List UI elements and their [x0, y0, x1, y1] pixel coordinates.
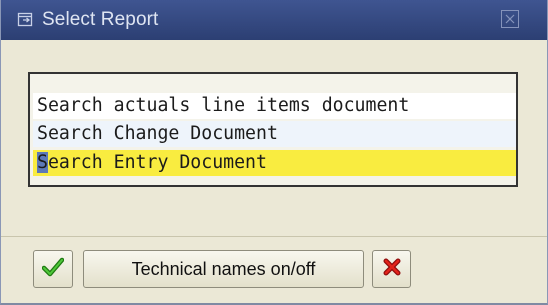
dialog-window-icon	[17, 11, 35, 29]
cancel-button[interactable]	[372, 250, 411, 288]
red-x-icon	[382, 257, 402, 282]
dialog-title: Select Report	[42, 9, 159, 30]
green-checkmark-icon	[41, 257, 65, 282]
list-item-label: earch Entry Document	[47, 152, 267, 173]
footer-divider	[1, 236, 547, 237]
select-report-dialog: Select Report Search actuals line items …	[0, 0, 548, 305]
list-item[interactable]: Search actuals line items document	[33, 93, 516, 119]
text-cursor: S	[37, 152, 48, 173]
title-bar[interactable]: Select Report	[1, 0, 547, 40]
continue-button[interactable]	[33, 250, 73, 288]
technical-names-toggle-button[interactable]: Technical names on/off	[83, 250, 364, 288]
list-item[interactable]: Search Change Document	[33, 121, 516, 147]
report-listbox[interactable]: Search actuals line items document Searc…	[28, 72, 518, 187]
button-label: Technical names on/off	[131, 258, 316, 279]
close-icon[interactable]	[501, 10, 519, 28]
list-item-selected[interactable]: Search Entry Document	[33, 150, 516, 176]
